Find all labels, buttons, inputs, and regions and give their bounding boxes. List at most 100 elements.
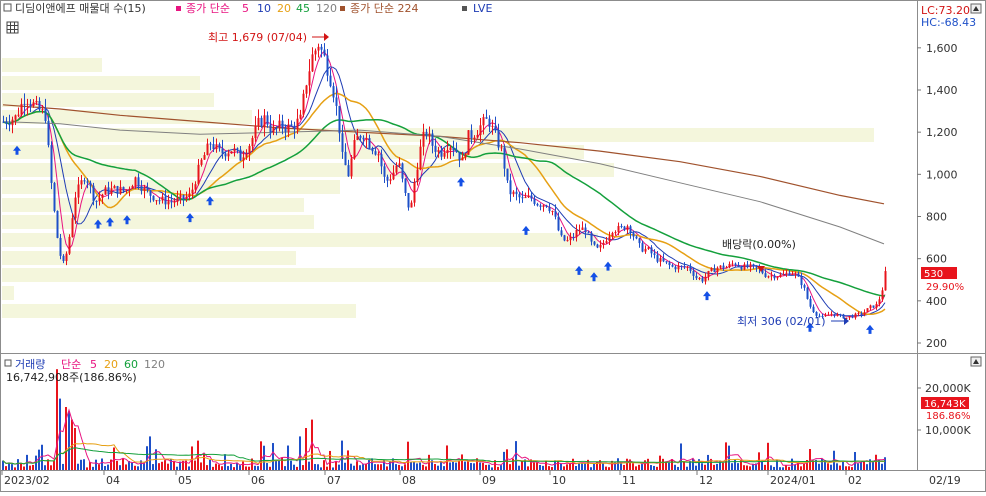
time-tick-label: 07 xyxy=(327,474,341,487)
candle-body xyxy=(488,118,491,127)
candle-body xyxy=(284,128,287,132)
volume-bar xyxy=(836,463,838,470)
candle-body xyxy=(308,71,311,86)
candle-body xyxy=(74,197,77,219)
panel-maximize-button[interactable] xyxy=(970,3,982,14)
candle-body xyxy=(752,264,755,266)
volume-ma-label: 단순 xyxy=(61,358,81,371)
grid-toggle-icon[interactable] xyxy=(6,21,19,34)
candle-body xyxy=(167,201,170,205)
candle-body xyxy=(632,233,635,237)
volume-bar xyxy=(608,467,610,470)
volume-bar xyxy=(881,463,883,470)
volume-bar xyxy=(545,461,547,470)
candle-body xyxy=(875,303,878,308)
candle-body xyxy=(350,158,353,177)
candle-body xyxy=(50,145,53,183)
candle-body xyxy=(239,149,242,161)
volume-bar xyxy=(788,466,790,470)
candle-body xyxy=(221,148,224,154)
volume-bar xyxy=(434,463,436,470)
candle-body xyxy=(872,305,875,308)
candle-body xyxy=(20,103,23,115)
candle-body xyxy=(521,197,524,199)
candle-body xyxy=(8,123,11,126)
candle-body xyxy=(206,143,209,156)
current-volume-change: 186.86% xyxy=(926,411,971,422)
candle-body xyxy=(734,263,737,266)
candle-body xyxy=(671,265,674,267)
volume-bar xyxy=(101,458,103,470)
volume-bar xyxy=(176,466,178,470)
candle-body xyxy=(110,188,113,194)
candle-body xyxy=(635,236,638,239)
candle-body xyxy=(332,86,335,98)
volume-bar xyxy=(248,466,250,470)
volume-bar xyxy=(500,465,502,470)
volume-bar xyxy=(713,464,715,470)
volume-bar xyxy=(581,462,583,470)
candle-body xyxy=(515,191,518,195)
volume-ma20: 20 xyxy=(104,358,118,371)
legend-ma5: 5 xyxy=(242,2,249,15)
price-tick-label: 200 xyxy=(926,337,947,350)
candle-body xyxy=(482,117,485,126)
candle-body xyxy=(404,178,407,193)
candle-body xyxy=(839,314,842,316)
candle-body xyxy=(233,148,236,152)
volume-bar xyxy=(701,463,703,470)
candle-body xyxy=(344,151,347,166)
candle-body xyxy=(503,147,506,169)
volume-bar xyxy=(413,461,415,470)
volume-bar xyxy=(62,463,64,470)
candle-body xyxy=(884,271,887,291)
candle-body xyxy=(527,195,530,198)
candle-body xyxy=(569,236,572,241)
candle-body xyxy=(23,103,26,105)
candle-body xyxy=(722,265,725,269)
price-tick-label: 1,600 xyxy=(926,42,958,55)
candle-body xyxy=(779,274,782,277)
volume-bar xyxy=(137,466,139,470)
time-axis: 2023/02 04 05 06 07 08 09 10 11 12 2024/01 02 xyxy=(1,470,862,487)
volume-bar xyxy=(116,460,118,470)
volume-bar xyxy=(440,461,442,470)
candle-body xyxy=(386,176,389,181)
candle-body xyxy=(380,154,383,167)
candle-body xyxy=(197,164,200,185)
volume-bar xyxy=(245,466,247,470)
candle-body xyxy=(611,233,614,237)
candle-body xyxy=(236,148,239,150)
candle-body xyxy=(596,244,599,248)
volume-profile-band xyxy=(2,251,296,265)
volume-bar xyxy=(353,465,355,470)
volume-panel-maximize-button[interactable] xyxy=(970,356,982,367)
chart-canvas[interactable]: 디딤이앤에프 매물대 수(15) 종가 단순 5 10 20 45 120 종가… xyxy=(0,0,986,492)
candle-body xyxy=(788,272,791,275)
candle-body xyxy=(272,127,275,133)
volume-bar xyxy=(203,454,205,470)
volume-bar xyxy=(104,466,106,470)
volume-bar xyxy=(221,466,223,470)
candle-body xyxy=(584,227,587,233)
volume-bar xyxy=(365,463,367,470)
candle-body xyxy=(92,185,95,201)
candle-body xyxy=(608,236,611,242)
legend-ma45: 45 xyxy=(296,2,310,15)
candle-body xyxy=(776,276,779,279)
volume-bar xyxy=(695,465,697,470)
volume-bar xyxy=(23,466,25,470)
volume-bar xyxy=(674,464,676,470)
candle-body xyxy=(53,182,56,211)
volume-bar xyxy=(638,464,640,470)
candle-body xyxy=(290,124,293,126)
volume-value: 16,742,908주(186.86%) xyxy=(6,371,137,384)
volume-bar xyxy=(548,466,550,470)
volume-bar xyxy=(320,467,322,470)
volume-bar xyxy=(515,441,517,470)
volume-bar xyxy=(521,461,523,470)
volume-bar xyxy=(473,463,475,470)
candle-body xyxy=(152,195,155,201)
candle-body xyxy=(575,230,578,238)
candle-body xyxy=(479,125,482,135)
